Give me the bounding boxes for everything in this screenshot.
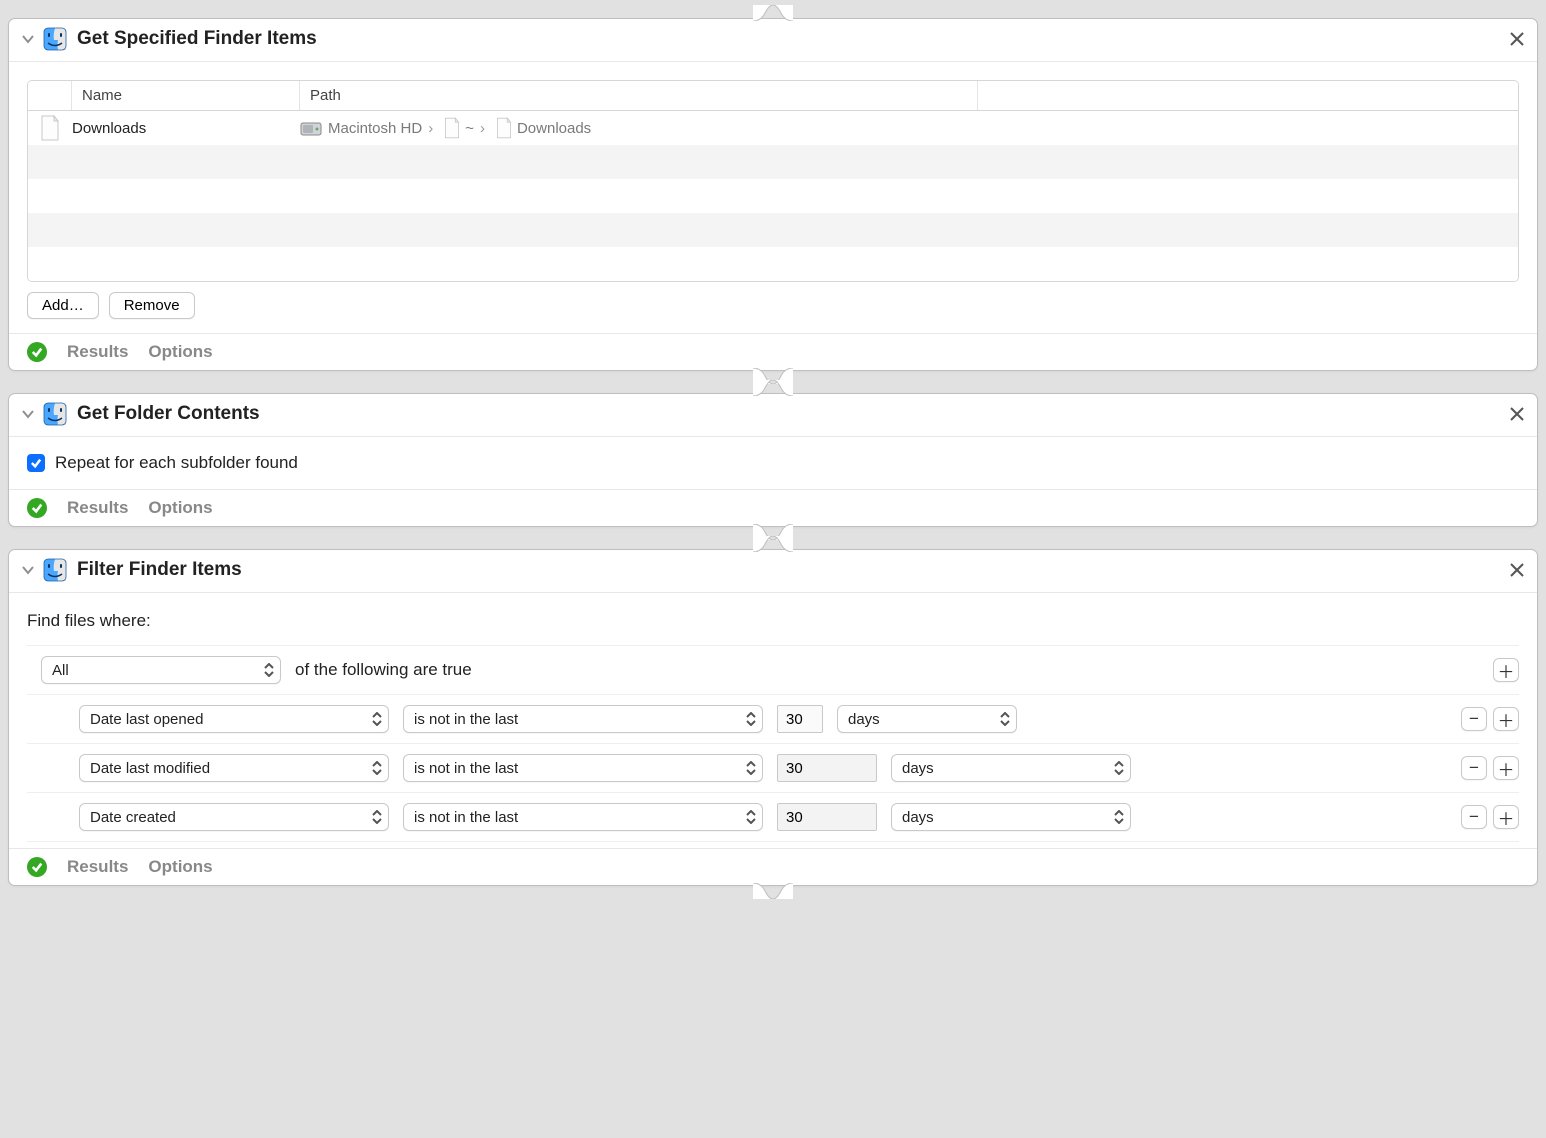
disclose-icon[interactable] [21,563,35,577]
rule-operator-select[interactable]: is not in the last [403,803,763,831]
status-ok-icon [27,342,47,362]
add-rule-button[interactable]: ＋ [1493,756,1519,780]
table-row-empty [28,247,1518,281]
file-icon [39,115,61,141]
results-link[interactable]: Results [67,342,128,362]
add-button[interactable]: Add… [27,292,99,319]
action-title: Filter Finder Items [77,559,242,581]
options-link[interactable]: Options [148,857,212,877]
table-row[interactable]: DownloadsMacintosh HD›~›Downloads [28,111,1518,145]
rule-attribute-select[interactable]: Date last opened [79,705,389,733]
table-row-empty [28,145,1518,179]
options-link[interactable]: Options [148,342,212,362]
remove-rule-button[interactable]: − [1461,805,1487,829]
action-get-specified-finder-items: Get Specified Finder Items Name Path Dow… [8,18,1538,371]
file-icon [443,117,461,139]
connector-out [753,883,793,899]
col-name[interactable]: Name [72,81,300,110]
results-link[interactable]: Results [67,857,128,877]
filter-prefix: Find files where: [27,611,1519,631]
finder-icon [43,558,67,582]
connector-in [753,5,793,21]
rule-attribute-select[interactable]: Date last modified [79,754,389,782]
repeat-subfolders-checkbox[interactable] [27,454,45,472]
rule-operator-value: is not in the last [414,809,518,826]
match-mode-select[interactable]: All [41,656,281,684]
rule-operator-select[interactable]: is not in the last [403,705,763,733]
rule-unit-select[interactable]: days [891,803,1131,831]
action-get-folder-contents: Get Folder Contents Repeat for each subf… [8,393,1538,527]
action-filter-finder-items: Filter Finder Items Find files where: Al… [8,549,1538,886]
rule-unit-select[interactable]: days [837,705,1017,733]
close-icon[interactable] [1509,406,1525,422]
item-path: Macintosh HD›~›Downloads [300,117,1508,139]
rule-unit-select[interactable]: days [891,754,1131,782]
col-path[interactable]: Path [300,81,978,110]
rule-unit-value: days [848,711,880,728]
remove-rule-button[interactable]: − [1461,756,1487,780]
rule-unit-value: days [902,760,934,777]
action-header: Get Specified Finder Items [9,19,1537,62]
finder-icon [43,402,67,426]
remove-button[interactable]: Remove [109,292,195,319]
add-rule-button[interactable]: ＋ [1493,707,1519,731]
remove-rule-button[interactable]: − [1461,707,1487,731]
match-suffix: of the following are true [295,660,472,680]
rule-operator-select[interactable]: is not in the last [403,754,763,782]
filter-rule: Date last modified is not in the last days… [27,744,1519,793]
options-link[interactable]: Options [148,498,212,518]
action-title: Get Specified Finder Items [77,28,317,50]
status-ok-icon [27,498,47,518]
add-rule-button[interactable]: ＋ [1493,805,1519,829]
rule-attribute-select[interactable]: Date created [79,803,389,831]
disclose-icon[interactable] [21,32,35,46]
status-ok-icon [27,857,47,877]
rule-attribute-value: Date last modified [90,760,210,777]
add-rule-group-button[interactable]: ＋ [1493,658,1519,682]
action-title: Get Folder Contents [77,403,260,425]
close-icon[interactable] [1509,31,1525,47]
match-mode-value: All [52,662,69,679]
rule-unit-value: days [902,809,934,826]
results-link[interactable]: Results [67,498,128,518]
action-footer: Results Options [9,333,1537,370]
connector-in [753,380,793,396]
table-row-empty [28,179,1518,213]
finder-icon [43,27,67,51]
filter-rule: Date created is not in the last days −＋ [27,793,1519,842]
filter-rule: Date last opened is not in the last days −＋ [27,695,1519,744]
rule-value-input[interactable] [777,754,877,782]
disclose-icon[interactable] [21,407,35,421]
rule-value-input[interactable] [777,705,823,733]
rule-attribute-value: Date last opened [90,711,203,728]
checkbox-label: Repeat for each subfolder found [55,453,298,473]
rule-value-input[interactable] [777,803,877,831]
drive-icon [300,117,322,139]
file-icon [495,117,513,139]
rule-attribute-value: Date created [90,809,176,826]
rule-operator-value: is not in the last [414,711,518,728]
item-name: Downloads [72,120,300,137]
rule-operator-value: is not in the last [414,760,518,777]
finder-items-table: Name Path DownloadsMacintosh HD›~›Downlo… [27,80,1519,282]
connector-in [753,536,793,552]
table-header: Name Path [28,81,1518,111]
close-icon[interactable] [1509,562,1525,578]
table-row-empty [28,213,1518,247]
